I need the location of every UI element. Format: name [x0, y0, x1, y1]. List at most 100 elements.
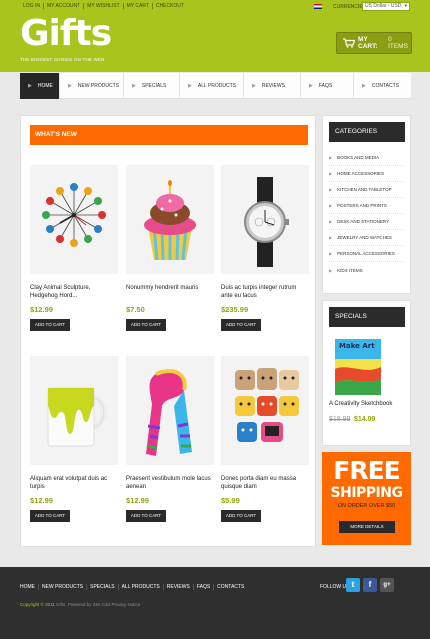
category-item[interactable]: ▶ Kids items	[329, 262, 404, 278]
add-to-cart-button[interactable]: Add to cart	[30, 319, 70, 331]
nav-label: FAQs	[318, 83, 333, 89]
currency-value: US Dollar - USD	[365, 3, 402, 9]
footer-link-specials[interactable]: Specials	[87, 584, 119, 590]
copyright-year: Copyright © 2011	[20, 602, 55, 607]
category-item[interactable]: ▶ Personal accessories	[329, 246, 404, 262]
whats-new-panel: What's New Clay Animal Sculpture, Hedgeh…	[20, 115, 316, 547]
google-plus-icon[interactable]: g+	[380, 578, 394, 592]
arrow-right-icon: ▶	[329, 155, 333, 160]
cart-count: 0 items	[388, 36, 408, 50]
product-name[interactable]: Duis ac turpis integer rutrum ante eu la…	[221, 284, 309, 300]
checkout-link[interactable]: Checkout	[153, 3, 187, 9]
nav-item-specials[interactable]: ▶ Specials	[124, 73, 180, 99]
product-card: Clay Animal Sculpture, Hedgehog Hord... …	[30, 165, 118, 331]
top-links: Log In My Account My Wishlist My Cart Ch…	[20, 3, 187, 9]
product-image-cupcake[interactable]	[126, 165, 214, 274]
product-name[interactable]: Aliquam erat volutpat duis ac turpis	[30, 475, 118, 491]
footer-links: Home New Products Specials All Products …	[20, 584, 247, 590]
shipping-text: SHIPPING	[330, 485, 403, 501]
nav-item-all-products[interactable]: ▶ All Products	[180, 73, 244, 99]
category-item[interactable]: ▶ Home accessories	[329, 166, 404, 182]
category-label: Kids items	[337, 267, 363, 273]
free-shipping-banner[interactable]: FREE SHIPPING on order over $50 More det…	[322, 452, 411, 545]
product-image-scarf[interactable]	[126, 356, 214, 465]
add-to-cart-button[interactable]: Add to cart	[30, 510, 70, 522]
product-card: Praesent vestibulum mole lacus aenean $1…	[126, 356, 214, 522]
cart-label: my cart:	[358, 36, 378, 50]
free-text: FREE	[333, 456, 400, 485]
site-footer: Home New Products Specials All Products …	[0, 567, 430, 639]
special-new-price: $14.99	[354, 416, 376, 423]
copyright: Copyright © 2011 Gifts. Powered by Zen C…	[20, 602, 140, 607]
login-link[interactable]: Log In	[20, 3, 44, 9]
my-account-link[interactable]: My Account	[44, 3, 85, 9]
nav-item-home[interactable]: ▶ Home	[20, 73, 60, 99]
nav-label: New Products	[77, 83, 119, 89]
product-image-watch[interactable]	[221, 165, 309, 274]
footer-link-new-products[interactable]: New Products	[39, 584, 88, 590]
nav-label: Contacts	[371, 83, 399, 89]
arrow-right-icon: ▶	[329, 203, 333, 208]
category-label: Books and media	[337, 155, 380, 160]
category-label: Personal accessories	[337, 251, 395, 256]
product-price: $12.99	[126, 496, 149, 505]
footer-link-all-products[interactable]: All Products	[119, 584, 164, 590]
site-logo[interactable]: Gifts	[20, 14, 112, 54]
product-name[interactable]: Donec porta diam eu massa quisque diam	[221, 475, 309, 491]
add-to-cart-button[interactable]: Add to cart	[221, 319, 261, 331]
product-card: Nonummy hendrerit mauris $7.50 Add to ca…	[126, 165, 214, 331]
category-item[interactable]: ▶ Books and media	[329, 150, 404, 166]
footer-link-faqs[interactable]: FAQs	[194, 584, 215, 590]
category-label: Desk and stationery	[337, 219, 390, 224]
add-to-cart-button[interactable]: Add to cart	[126, 319, 166, 331]
product-image-sketchbook[interactable]: Make Art	[335, 339, 381, 395]
nav-item-faqs[interactable]: ▶ FAQs	[301, 73, 354, 99]
nav-item-contacts[interactable]: ▶ Contacts	[354, 73, 411, 99]
category-item[interactable]: ▶ Desk and stationery	[329, 214, 404, 230]
special-product-name[interactable]: A Creativity Sketchbook	[329, 401, 392, 407]
my-cart-link[interactable]: My Cart	[124, 3, 153, 9]
my-wishlist-link[interactable]: My Wishlist	[84, 3, 124, 9]
arrow-right-icon: ▶	[329, 171, 333, 176]
product-name[interactable]: Praesent vestibulum mole lacus aenean	[126, 475, 214, 491]
twitter-icon[interactable]: t	[346, 578, 360, 592]
product-image-animal-toys[interactable]	[221, 356, 309, 465]
product-price: $7.50	[126, 305, 145, 314]
nav-item-reviews[interactable]: ▶ Reviews	[244, 73, 301, 99]
arrow-right-icon: ▶	[252, 83, 256, 89]
arrow-right-icon: ▶	[362, 83, 366, 89]
add-to-cart-button[interactable]: Add to cart	[221, 510, 261, 522]
categories-box: Categories ▶ Books and media ▶ Home access…	[322, 115, 411, 294]
footer-link-contacts[interactable]: Contacts	[214, 584, 247, 590]
product-name[interactable]: Nonummy hendrerit mauris	[126, 284, 214, 300]
special-old-price: $18.99	[329, 416, 351, 423]
uk-flag-icon[interactable]	[314, 4, 322, 9]
product-image-mug[interactable]	[30, 356, 118, 465]
category-item[interactable]: ▶ Posters and prints	[329, 198, 404, 214]
nav-label: All Products	[197, 83, 237, 89]
product-name[interactable]: Clay Animal Sculpture, Hedgehog Hord...	[30, 284, 118, 300]
facebook-icon[interactable]: f	[363, 578, 377, 592]
nav-item-new-products[interactable]: ▶ New Products	[60, 73, 124, 99]
category-item[interactable]: ▶ Kitchen and tabletop	[329, 182, 404, 198]
currency-select[interactable]: US Dollar - USD ▾	[362, 2, 410, 11]
arrow-right-icon: ▶	[68, 83, 72, 89]
arrow-right-icon: ▶	[329, 251, 333, 256]
arrow-right-icon: ▶	[28, 83, 32, 89]
arrow-right-icon: ▶	[329, 187, 333, 192]
whats-new-heading: What's New	[30, 125, 308, 145]
site-tagline: The biggest choice on the web	[20, 57, 105, 62]
add-to-cart-button[interactable]: Add to cart	[126, 510, 166, 522]
product-image-ball-clock[interactable]	[30, 165, 118, 274]
promo-subtext: on order over $50	[337, 503, 396, 509]
footer-link-reviews[interactable]: Reviews	[164, 584, 194, 590]
cart-button[interactable]: my cart: 0 items	[336, 32, 412, 54]
category-item[interactable]: ▶ Jewelry and watches	[329, 230, 404, 246]
category-label: Posters and prints	[337, 203, 387, 208]
footer-link-home[interactable]: Home	[20, 584, 39, 590]
arrow-right-icon: ▶	[188, 83, 192, 89]
product-card: Duis ac turpis integer rutrum ante eu la…	[221, 165, 309, 331]
specials-box: Specials Make Art A Creativity Sketchboo…	[322, 300, 411, 446]
more-details-button[interactable]: More details	[339, 521, 395, 533]
copyright-text: Gifts. Powered by Zen Cart Privacy Notic…	[56, 602, 141, 607]
